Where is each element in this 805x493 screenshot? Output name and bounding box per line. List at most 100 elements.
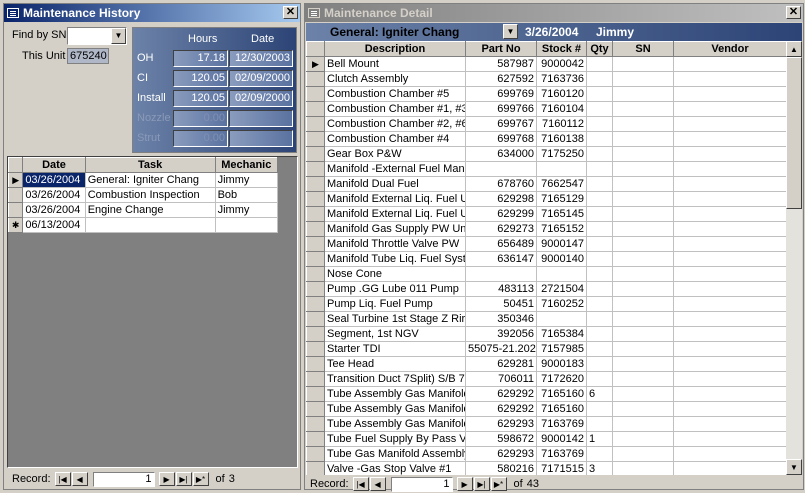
prev-record-icon[interactable]: ◀ — [71, 472, 88, 486]
hours-field[interactable]: 120.05 — [173, 70, 228, 87]
scroll-up-icon[interactable]: ▲ — [786, 41, 802, 57]
first-record-icon[interactable]: |◀ — [352, 477, 369, 491]
row-selector-icon[interactable] — [306, 416, 325, 432]
scroll-thumb[interactable] — [786, 57, 802, 209]
detail-vendor-cell[interactable] — [673, 161, 786, 177]
detail-vendor-cell[interactable] — [673, 266, 786, 282]
row-selector-icon[interactable] — [306, 356, 325, 372]
table-row[interactable]: Manifold Gas Supply PW Un 629273 7165152 — [306, 221, 786, 237]
row-selector-icon[interactable] — [306, 71, 325, 87]
detail-stock-cell[interactable]: 7165160 — [536, 386, 587, 402]
table-row[interactable]: Manifold Dual Fuel 678760 7662547 — [306, 176, 786, 192]
detail-stock-cell[interactable]: 7157985 — [536, 341, 587, 357]
detail-part-no-cell[interactable]: 629292 — [465, 386, 537, 402]
detail-vendor-cell[interactable] — [673, 206, 786, 222]
detail-col-sn[interactable]: SN — [612, 41, 674, 57]
detail-vendor-cell[interactable] — [673, 296, 786, 312]
detail-stock-cell[interactable]: 7165145 — [536, 206, 587, 222]
detail-qty-cell[interactable] — [586, 116, 613, 132]
detail-vendor-cell[interactable] — [673, 86, 786, 102]
row-selector-icon[interactable] — [8, 187, 24, 203]
detail-vendor-cell[interactable] — [673, 221, 786, 237]
detail-stock-cell[interactable]: 7160112 — [536, 116, 587, 132]
detail-vertical-scrollbar[interactable]: ▲ ▼ — [786, 41, 802, 475]
detail-qty-cell[interactable] — [586, 206, 613, 222]
detail-description-cell[interactable]: Gear Box P&W — [324, 146, 466, 162]
detail-part-no-cell[interactable]: 706011 — [465, 371, 537, 387]
detail-qty-cell[interactable] — [586, 446, 613, 462]
detail-part-no-cell[interactable]: 587987 — [465, 56, 537, 72]
detail-stock-cell[interactable]: 9000140 — [536, 251, 587, 267]
detail-sn-cell[interactable] — [612, 71, 674, 87]
detail-qty-cell[interactable] — [586, 401, 613, 417]
detail-qty-cell[interactable] — [586, 341, 613, 357]
detail-part-no-cell[interactable]: 629299 — [465, 206, 537, 222]
detail-vendor-cell[interactable] — [673, 431, 786, 447]
history-date-cell[interactable]: 03/26/2004 — [22, 172, 86, 188]
last-record-icon[interactable]: ▶| — [175, 472, 192, 486]
table-row[interactable]: Starter TDI 55075-21.202 7157985 — [306, 341, 786, 357]
detail-stock-cell[interactable]: 7662547 — [536, 176, 587, 192]
detail-qty-cell[interactable] — [586, 281, 613, 297]
detail-part-no-cell[interactable]: 627592 — [465, 71, 537, 87]
detail-description-cell[interactable]: Tube Assembly Gas Manifold — [324, 401, 466, 417]
detail-stock-cell[interactable]: 7163769 — [536, 446, 587, 462]
detail-part-no-cell[interactable] — [465, 266, 537, 282]
row-selector-icon[interactable]: ▶ — [8, 172, 24, 188]
detail-sn-cell[interactable] — [612, 131, 674, 147]
detail-sn-cell[interactable] — [612, 296, 674, 312]
detail-description-cell[interactable]: Valve -Gas Stop Valve #1 — [324, 461, 466, 475]
detail-sn-cell[interactable] — [612, 206, 674, 222]
detail-part-no-cell[interactable]: 629273 — [465, 221, 537, 237]
detail-vendor-cell[interactable] — [673, 71, 786, 87]
row-selector-icon[interactable] — [306, 311, 325, 327]
detail-part-no-cell[interactable]: 629298 — [465, 191, 537, 207]
row-selector-icon[interactable] — [306, 371, 325, 387]
detail-sn-cell[interactable] — [612, 266, 674, 282]
detail-description-cell[interactable]: Manifold Gas Supply PW Un — [324, 221, 466, 237]
detail-sn-cell[interactable] — [612, 161, 674, 177]
detail-stock-cell[interactable]: 2721504 — [536, 281, 587, 297]
history-mechanic-cell[interactable]: Jimmy — [214, 172, 279, 188]
detail-vendor-cell[interactable] — [673, 371, 786, 387]
detail-part-no-cell[interactable]: 598672 — [465, 431, 537, 447]
history-col-mechanic[interactable]: Mechanic — [214, 157, 279, 173]
detail-description-cell[interactable]: Pump Liq. Fuel Pump — [324, 296, 466, 312]
new-row-icon[interactable]: ✱ — [8, 217, 24, 233]
detail-description-cell[interactable]: Tube Gas Manifold Assembly — [324, 446, 466, 462]
detail-titlebar[interactable]: Maintenance Detail ✕ — [305, 4, 803, 22]
detail-description-cell[interactable]: Tube Assembly Gas Manifold — [324, 416, 466, 432]
detail-sn-cell[interactable] — [612, 56, 674, 72]
history-date-cell[interactable]: 06/13/2004 — [22, 217, 86, 233]
table-row[interactable]: Combustion Chamber #1, #3 699766 7160104 — [306, 101, 786, 117]
detail-part-no-cell[interactable]: 483113 — [465, 281, 537, 297]
next-record-icon[interactable]: ▶ — [456, 477, 473, 491]
table-row[interactable]: Gear Box P&W 634000 7175250 — [306, 146, 786, 162]
detail-qty-cell[interactable] — [586, 311, 613, 327]
detail-stock-cell[interactable]: 7165152 — [536, 221, 587, 237]
row-selector-icon[interactable] — [306, 266, 325, 282]
detail-qty-cell[interactable] — [586, 146, 613, 162]
table-row[interactable]: Manifold External Liq. Fuel U 629299 71651… — [306, 206, 786, 222]
detail-vendor-cell[interactable] — [673, 131, 786, 147]
detail-description-cell[interactable]: Manifold Throttle Valve PW — [324, 236, 466, 252]
detail-description-cell[interactable]: Segment, 1st NGV — [324, 326, 466, 342]
detail-part-no-cell[interactable]: 392056 — [465, 326, 537, 342]
detail-qty-cell[interactable] — [586, 266, 613, 282]
detail-vendor-cell[interactable] — [673, 251, 786, 267]
detail-qty-cell[interactable] — [586, 86, 613, 102]
row-selector-icon[interactable] — [306, 116, 325, 132]
table-row[interactable]: ▶ 03/26/2004 General: Igniter Chang Jimmy — [8, 172, 279, 188]
detail-part-no-cell[interactable]: 629292 — [465, 401, 537, 417]
detail-stock-cell[interactable]: 7160138 — [536, 131, 587, 147]
table-row[interactable]: Manifold External Liq. Fuel U 629298 71651… — [306, 191, 786, 207]
table-row[interactable]: Tube Assembly Gas Manifold 629293 7163769 — [306, 416, 786, 432]
detail-part-no-cell[interactable]: 629293 — [465, 446, 537, 462]
detail-qty-cell[interactable] — [586, 326, 613, 342]
row-selector-icon[interactable]: ▶ — [306, 56, 325, 72]
detail-qty-cell[interactable] — [586, 71, 613, 87]
detail-vendor-cell[interactable] — [673, 461, 786, 475]
row-selector-icon[interactable] — [306, 251, 325, 267]
detail-sn-cell[interactable] — [612, 371, 674, 387]
detail-stock-cell[interactable]: 7165384 — [536, 326, 587, 342]
